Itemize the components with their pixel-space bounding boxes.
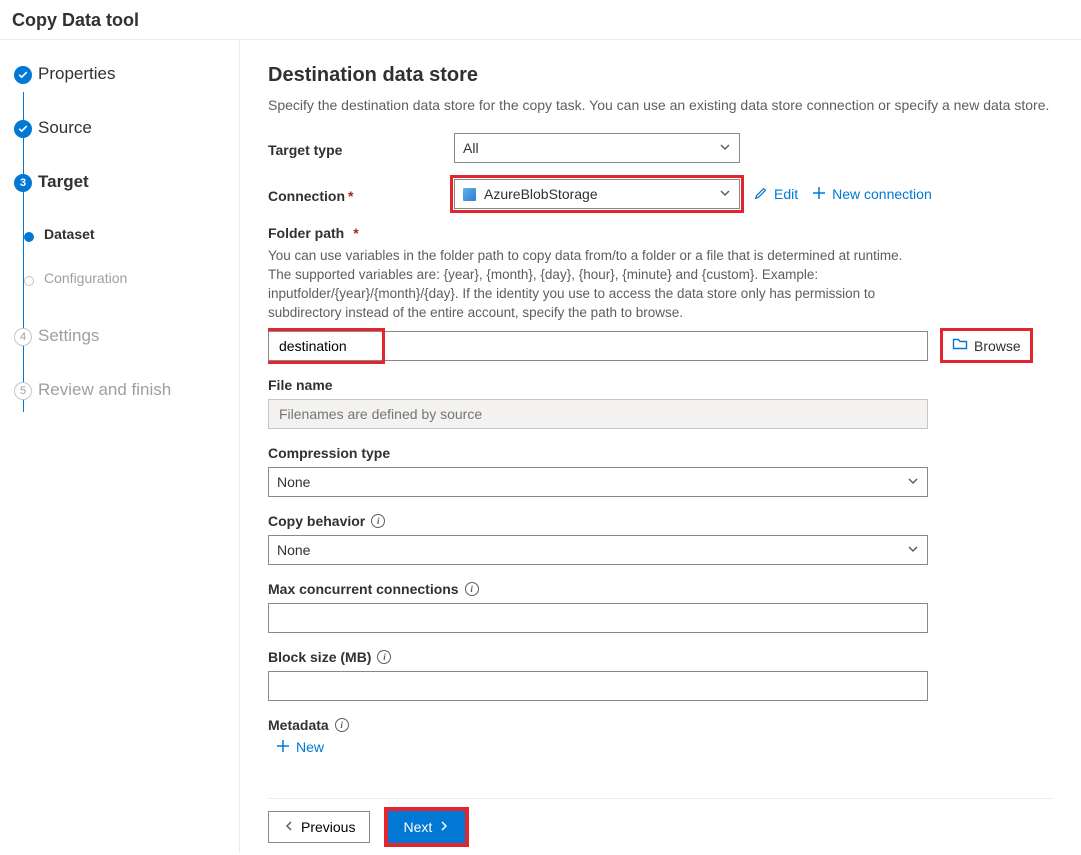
- step-settings[interactable]: 4 Settings: [14, 326, 225, 350]
- chevron-down-icon: [907, 474, 919, 490]
- metadata-label: Metadatai: [268, 717, 1053, 733]
- browse-label: Browse: [974, 338, 1021, 354]
- step-number-icon: 4: [14, 328, 32, 346]
- folder-path-label: Folder path*: [268, 225, 1053, 241]
- chevron-down-icon: [719, 186, 731, 202]
- max-conn-label: Max concurrent connectionsi: [268, 581, 1053, 597]
- wizard-footer: Previous Next: [268, 798, 1053, 843]
- step-properties[interactable]: Properties: [14, 64, 225, 88]
- edit-connection-button[interactable]: Edit: [754, 186, 798, 203]
- edit-label: Edit: [774, 186, 798, 202]
- dot-icon: [24, 232, 34, 242]
- previous-label: Previous: [301, 819, 355, 835]
- select-value: None: [277, 474, 310, 490]
- next-button[interactable]: Next: [388, 811, 465, 843]
- folder-icon: [952, 336, 968, 355]
- step-target[interactable]: 3 Target: [14, 172, 225, 196]
- info-icon[interactable]: i: [371, 514, 385, 528]
- storage-icon: [463, 188, 476, 201]
- folder-path-input[interactable]: [268, 331, 928, 361]
- select-value: AzureBlobStorage: [463, 186, 598, 202]
- compression-label: Compression type: [268, 445, 1053, 461]
- dot-open-icon: [24, 276, 34, 286]
- required-indicator: *: [353, 225, 358, 241]
- step-label: Dataset: [44, 226, 95, 242]
- connection-label: Connection*: [268, 184, 454, 204]
- target-type-label: Target type: [268, 138, 454, 158]
- file-name-input: [268, 399, 928, 429]
- section-description: Specify the destination data store for t…: [268, 97, 1053, 113]
- substep-configuration[interactable]: Configuration: [20, 270, 225, 294]
- step-label: Configuration: [44, 270, 127, 286]
- step-label: Source: [38, 118, 92, 137]
- target-type-select[interactable]: All: [454, 133, 740, 163]
- block-size-input[interactable]: [268, 671, 928, 701]
- step-label: Target: [38, 172, 89, 191]
- wizard-sidebar: Properties Source 3 Target Dataset Confi…: [0, 40, 240, 853]
- max-conn-input[interactable]: [268, 603, 928, 633]
- metadata-new-label: New: [296, 739, 324, 755]
- step-label: Settings: [38, 326, 99, 345]
- check-icon: [14, 120, 32, 138]
- section-title: Destination data store: [268, 64, 1053, 87]
- chevron-right-icon: [438, 819, 450, 835]
- connection-select[interactable]: AzureBlobStorage: [454, 179, 740, 209]
- select-value: None: [277, 542, 310, 558]
- check-icon: [14, 66, 32, 84]
- step-number-icon: 3: [14, 174, 32, 192]
- info-icon[interactable]: i: [465, 582, 479, 596]
- chevron-down-icon: [907, 542, 919, 558]
- step-label: Properties: [38, 64, 115, 83]
- browse-button[interactable]: Browse: [944, 332, 1029, 359]
- info-icon[interactable]: i: [377, 650, 391, 664]
- step-review[interactable]: 5 Review and finish: [14, 380, 225, 404]
- chevron-down-icon: [719, 140, 731, 156]
- main-content: Destination data store Specify the desti…: [240, 40, 1081, 853]
- new-connection-button[interactable]: New connection: [812, 186, 932, 203]
- file-name-label: File name: [268, 377, 1053, 393]
- required-indicator: *: [348, 188, 353, 204]
- plus-icon: [276, 739, 290, 756]
- folder-path-hint: You can use variables in the folder path…: [268, 247, 928, 323]
- chevron-left-icon: [283, 819, 295, 835]
- step-source[interactable]: Source: [14, 118, 225, 142]
- copy-behavior-select[interactable]: None: [268, 535, 928, 565]
- new-connection-label: New connection: [832, 186, 932, 202]
- info-icon[interactable]: i: [335, 718, 349, 732]
- metadata-new-button[interactable]: New: [276, 739, 1053, 756]
- next-label: Next: [403, 819, 432, 835]
- page-title: Copy Data tool: [0, 0, 1081, 40]
- copy-behavior-label: Copy behaviori: [268, 513, 1053, 529]
- plus-icon: [812, 186, 826, 203]
- substep-dataset[interactable]: Dataset: [20, 226, 225, 250]
- select-value: All: [463, 140, 479, 156]
- pencil-icon: [754, 186, 768, 203]
- step-label: Review and finish: [38, 380, 171, 399]
- compression-select[interactable]: None: [268, 467, 928, 497]
- block-size-label: Block size (MB)i: [268, 649, 1053, 665]
- step-number-icon: 5: [14, 382, 32, 400]
- previous-button[interactable]: Previous: [268, 811, 370, 843]
